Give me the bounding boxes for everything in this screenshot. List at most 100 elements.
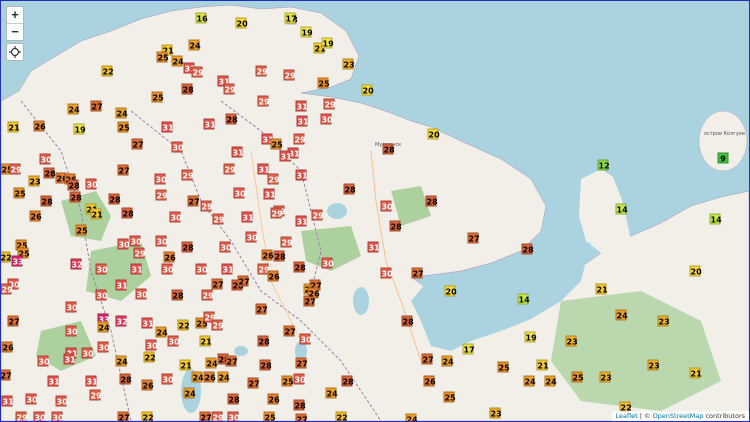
temperature-marker[interactable]: 26 (267, 270, 280, 282)
temperature-marker[interactable]: 30 (135, 288, 148, 300)
temperature-marker[interactable]: 22 (335, 411, 348, 421)
temperature-marker[interactable]: 30 (380, 200, 393, 212)
temperature-marker[interactable]: 25 (156, 51, 169, 63)
temperature-marker[interactable]: 31 (367, 241, 380, 253)
temperature-marker[interactable]: 24 (217, 371, 230, 383)
temperature-marker[interactable]: 28 (389, 220, 402, 232)
temperature-marker[interactable]: 30 (81, 347, 94, 359)
temperature-marker[interactable]: 27 (467, 232, 480, 244)
temperature-marker[interactable]: 29 (223, 83, 236, 95)
temperature-marker[interactable]: 28 (382, 143, 395, 155)
temperature-marker[interactable]: 25 (270, 138, 283, 150)
temperature-marker[interactable]: 23 (565, 335, 578, 347)
temperature-marker[interactable]: 30 (39, 153, 52, 165)
temperature-marker[interactable]: 30 (95, 289, 108, 301)
temperature-marker[interactable]: 29 (270, 207, 283, 219)
temperature-marker[interactable]: 27 (117, 411, 130, 421)
temperature-marker[interactable]: 28 (121, 207, 134, 219)
temperature-marker[interactable]: 24 (115, 355, 128, 367)
temperature-marker[interactable]: 16 (195, 12, 208, 24)
temperature-marker[interactable]: 28 (181, 83, 194, 95)
temperature-marker[interactable]: 29 (133, 247, 146, 259)
temperature-marker[interactable]: 30 (65, 325, 78, 337)
temperature-marker[interactable]: 27 (411, 267, 424, 279)
temperature-marker[interactable]: 26 (267, 393, 280, 405)
osm-link[interactable]: OpenStreetMap (653, 412, 704, 420)
temperature-marker[interactable]: 31 (221, 263, 234, 275)
temperature-marker[interactable]: 25 (281, 375, 294, 387)
temperature-marker[interactable]: 25 (117, 121, 130, 133)
temperature-marker[interactable]: 19 (300, 26, 313, 38)
zoom-in-button[interactable]: + (7, 7, 23, 24)
temperature-marker[interactable]: 28 (293, 399, 306, 411)
temperature-marker[interactable]: 24 (205, 357, 218, 369)
temperature-marker[interactable]: 29 (280, 236, 293, 248)
temperature-marker[interactable]: 31 (141, 317, 154, 329)
temperature-marker[interactable]: 30 (85, 178, 98, 190)
temperature-marker[interactable]: 29 (191, 66, 204, 78)
temperature-marker[interactable]: 30 (219, 241, 232, 253)
temperature-marker[interactable]: 29 (181, 169, 194, 181)
temperature-marker[interactable]: 29 (9, 163, 22, 175)
temperature-marker[interactable]: 25 (75, 224, 88, 236)
temperature-marker[interactable]: 29 (267, 173, 280, 185)
temperature-marker[interactable]: 26 (163, 251, 176, 263)
temperature-marker[interactable]: 30 (161, 373, 174, 385)
map-canvas[interactable] (1, 1, 749, 421)
temperature-marker[interactable]: 24 (325, 387, 338, 399)
temperature-marker[interactable]: 20 (361, 84, 374, 96)
temperature-marker[interactable]: 22 (141, 411, 154, 421)
temperature-marker[interactable]: 26 (1, 341, 14, 353)
temperature-marker[interactable]: 29 (293, 133, 306, 145)
temperature-marker[interactable]: 24 (523, 375, 536, 387)
temperature-marker[interactable]: 12 (597, 159, 610, 171)
temperature-marker[interactable]: 24 (67, 103, 80, 115)
temperature-marker[interactable]: 27 (295, 413, 308, 421)
temperature-marker[interactable]: 27 (211, 278, 224, 290)
temperature-marker[interactable]: 30 (233, 187, 246, 199)
temperature-marker[interactable]: 28 (119, 373, 132, 385)
temperature-marker[interactable]: 28 (343, 183, 356, 195)
temperature-marker[interactable]: 28 (225, 113, 238, 125)
temperature-marker[interactable]: 31 (295, 215, 308, 227)
temperature-marker[interactable]: 20 (689, 265, 702, 277)
temperature-marker[interactable]: 30 (33, 411, 46, 421)
temperature-marker[interactable]: 24 (115, 107, 128, 119)
temperature-marker[interactable]: 29 (89, 389, 102, 401)
temperature-marker[interactable]: 27 (295, 357, 308, 369)
temperature-marker[interactable]: 31 (263, 188, 276, 200)
temperature-marker[interactable]: 30 (65, 301, 78, 313)
temperature-marker[interactable]: 27 (7, 315, 20, 327)
temperature-marker[interactable]: 27 (225, 355, 238, 367)
temperature-marker[interactable]: 23 (28, 175, 41, 187)
temperature-marker[interactable]: 25 (443, 391, 456, 403)
temperature-marker[interactable]: 28 (425, 195, 438, 207)
temperature-marker[interactable]: 28 (227, 393, 240, 405)
temperature-marker[interactable]: 14 (709, 213, 722, 225)
temperature-marker[interactable]: 29 (257, 95, 270, 107)
zoom-out-button[interactable]: − (7, 24, 23, 40)
temperature-marker[interactable]: 17 (462, 343, 475, 355)
temperature-marker[interactable]: 25 (263, 411, 276, 421)
temperature-marker[interactable]: 27 (90, 100, 103, 112)
temperature-marker[interactable]: 24 (405, 413, 418, 421)
temperature-marker[interactable]: 30 (161, 263, 174, 275)
temperature-marker[interactable]: 28 (401, 315, 414, 327)
temperature-marker[interactable]: 30 (145, 339, 158, 351)
temperature-marker[interactable]: 31 (241, 211, 254, 223)
temperature-marker[interactable]: 24 (191, 371, 204, 383)
map-frame[interactable]: Мурманск остров Колгуев 1620181719211923… (0, 0, 750, 422)
temperature-marker[interactable]: 29 (211, 319, 224, 331)
temperature-marker[interactable]: 19 (524, 331, 537, 343)
temperature-marker[interactable]: 25 (571, 371, 584, 383)
temperature-marker[interactable]: 30 (25, 393, 38, 405)
temperature-marker[interactable]: 30 (97, 341, 110, 353)
temperature-marker[interactable]: 19 (321, 37, 334, 49)
temperature-marker[interactable]: 20 (235, 17, 248, 29)
temperature-marker[interactable]: 28 (69, 191, 82, 203)
temperature-marker[interactable]: 29 (255, 65, 268, 77)
temperature-marker[interactable]: 21 (179, 359, 192, 371)
temperature-marker[interactable]: 27 (247, 377, 260, 389)
temperature-marker[interactable]: 24 (183, 387, 196, 399)
temperature-marker[interactable]: 28 (521, 243, 534, 255)
